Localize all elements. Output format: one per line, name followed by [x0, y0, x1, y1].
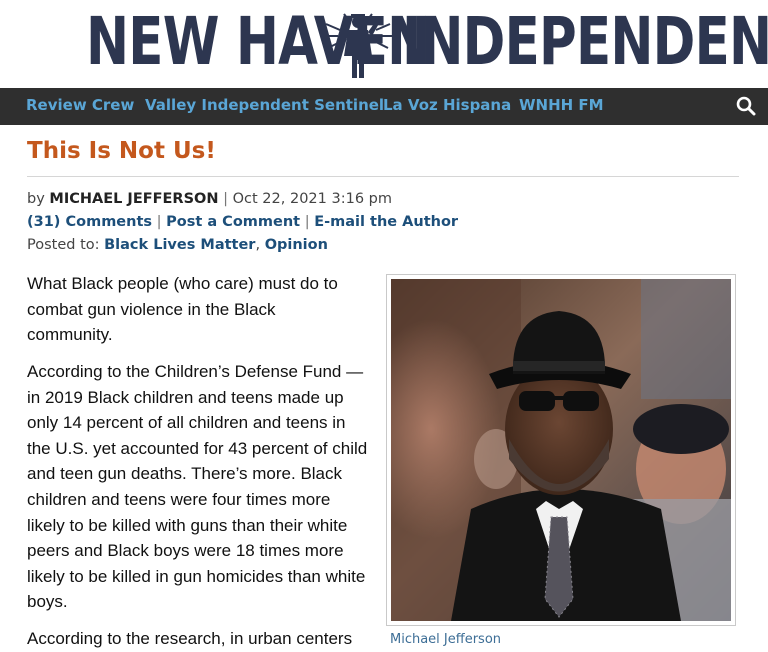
article-paragraph: According to the Children’s Defense Fund…	[27, 362, 368, 612]
article-photo-frame	[386, 274, 736, 626]
article-paragraph: According to the research, in urban cent…	[27, 629, 353, 648]
newsboy-logo-icon[interactable]	[320, 6, 396, 82]
category-separator: ,	[255, 237, 261, 253]
author-name[interactable]: MICHAEL JEFFERSON	[49, 191, 218, 207]
byline-prefix: by	[27, 191, 45, 207]
search-icon[interactable]	[736, 96, 756, 116]
nav-item-valley-independent-sentinel[interactable]: Valley Independent Sentinel	[145, 96, 384, 114]
category-link-black-lives-matter[interactable]: Black Lives Matter	[104, 237, 255, 253]
actions-separator: |	[304, 214, 310, 230]
title-divider	[27, 176, 739, 177]
comments-link[interactable]: (31) Comments	[27, 214, 152, 230]
nav-item-la-voz-hispana[interactable]: La Voz Hispana	[383, 96, 511, 114]
byline: by MICHAEL JEFFERSON | Oct 22, 2021 3:16…	[27, 191, 392, 207]
posted-to-label: Posted to:	[27, 237, 100, 253]
byline-separator: |	[223, 191, 229, 207]
nav-item-review-crew[interactable]: Review Crew	[26, 96, 134, 114]
email-author-link[interactable]: E-mail the Author	[314, 214, 458, 230]
article-title: This Is Not Us!	[27, 138, 216, 164]
post-comment-link[interactable]: Post a Comment	[166, 214, 300, 230]
posted-to: Posted to: Black Lives Matter, Opinion	[27, 237, 328, 253]
category-link-opinion[interactable]: Opinion	[265, 237, 328, 253]
article-photo[interactable]	[391, 279, 731, 621]
article-paragraph: What Black people (who care) must do to …	[27, 274, 338, 345]
nav-item-wnhh-fm[interactable]: WNHH FM	[519, 96, 604, 114]
article-actions: (31) Comments | Post a Comment | E-mail …	[27, 214, 458, 230]
nav-bar: Review Crew Valley Independent Sentinel …	[0, 88, 768, 125]
photo-caption: Michael Jefferson	[390, 632, 502, 647]
actions-separator: |	[156, 214, 162, 230]
masthead[interactable]: NEW HAVEN INDEPENDENT	[0, 0, 768, 88]
logo-text-right[interactable]: INDEPENDENT	[402, 6, 768, 78]
publish-date: Oct 22, 2021 3:16 pm	[232, 191, 392, 207]
